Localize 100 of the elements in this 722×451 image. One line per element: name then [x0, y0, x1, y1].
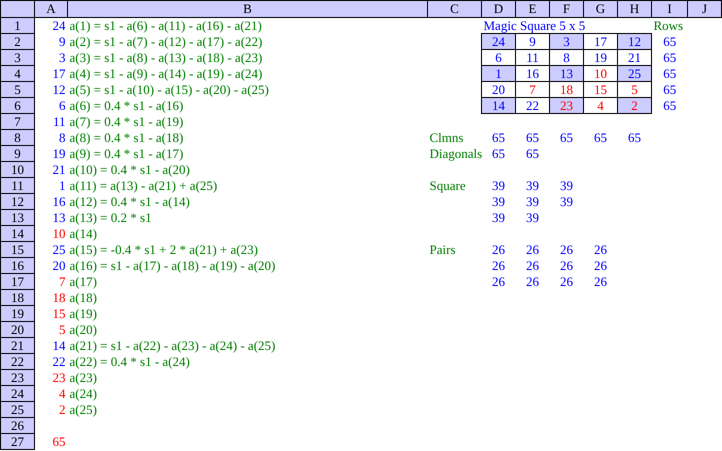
row-header[interactable]: 3: [0, 50, 34, 66]
cell-text: a(19): [70, 306, 97, 320]
cell-text: a(4) = s1 - a(9) - a(14) - a(19) - a(24): [70, 66, 262, 80]
row-header[interactable]: 10: [0, 162, 34, 178]
cell-value: 65: [492, 130, 505, 144]
cell-value: 39: [526, 194, 539, 208]
cell-text: a(7) = 0.4 * s1 - a(19): [70, 114, 184, 128]
column-header[interactable]: E: [516, 0, 550, 18]
cell-value: 39: [492, 210, 505, 224]
cell-value: 25: [52, 242, 66, 256]
cell-text: a(20): [70, 322, 97, 336]
column-header[interactable]: J: [688, 0, 722, 18]
cell-value: 10: [52, 226, 66, 240]
cell-text: a(23): [70, 370, 97, 384]
cell-text: a(3) = s1 - a(8) - a(13) - a(18) - a(23): [70, 50, 262, 64]
cell-value: 16: [52, 194, 66, 208]
row-header[interactable]: 5: [0, 82, 34, 98]
column-header[interactable]: I: [652, 0, 688, 18]
row-header[interactable]: 21: [0, 338, 34, 354]
cell-value: 17: [52, 66, 66, 80]
cell-value: 65: [594, 130, 607, 144]
row-header[interactable]: 6: [0, 98, 34, 114]
cell-text: a(12) = 0.4 * s1 - a(14): [70, 194, 190, 208]
row-header[interactable]: 19: [0, 306, 34, 322]
cell-value: 13: [52, 210, 66, 224]
cell-value: 26: [560, 274, 573, 288]
cell-text: Rows: [654, 18, 684, 33]
column-header[interactable]: G: [584, 0, 618, 18]
row-header[interactable]: 1: [0, 18, 34, 34]
row-header[interactable]: 23: [0, 370, 34, 386]
cell-value: 7: [59, 274, 66, 288]
row-header[interactable]: 15: [0, 242, 34, 258]
cell-value: 65: [52, 434, 66, 448]
cell-value: 65: [526, 130, 539, 144]
cell-value: 26: [594, 242, 607, 256]
cell-value: 39: [560, 178, 573, 192]
cell-value: 65: [526, 146, 539, 160]
cell-text: a(22) = 0.4 * s1 - a(24): [70, 354, 190, 368]
row-header[interactable]: 14: [0, 226, 34, 242]
cell-value: 65: [560, 130, 573, 144]
cell-value: 21: [52, 162, 66, 176]
cell-value: 26: [492, 274, 505, 288]
cell-value: 5: [59, 322, 66, 336]
cell-text: Magic Square 5 x 5: [484, 18, 586, 32]
row-header[interactable]: 13: [0, 210, 34, 226]
row-header[interactable]: 24: [0, 386, 34, 402]
cell-value: 3: [59, 50, 66, 64]
column-header[interactable]: F: [550, 0, 584, 18]
cell-text: a(9) = 0.4 * s1 - a(17): [70, 146, 184, 160]
cell-value: 9: [59, 34, 66, 48]
row-header[interactable]: 11: [0, 178, 34, 194]
cell-text: Diagonals: [430, 146, 482, 160]
row-header[interactable]: 16: [0, 258, 34, 274]
row-header[interactable]: 27: [0, 434, 34, 450]
cell-text: a(17): [70, 274, 97, 288]
cell-text: a(18): [70, 290, 97, 304]
row-header[interactable]: 20: [0, 322, 34, 338]
row-header[interactable]: 26: [0, 418, 34, 434]
cell-value: 65: [492, 146, 505, 160]
cell-value: 65: [663, 66, 676, 80]
cell-value: 26: [526, 258, 539, 272]
cell-value: 24: [52, 18, 66, 33]
row-header[interactable]: 9: [0, 146, 34, 162]
table-cell: 7: [516, 82, 550, 98]
row-header[interactable]: 17: [0, 274, 34, 290]
column-header[interactable]: D: [482, 0, 516, 18]
table-cell: 1: [482, 66, 516, 82]
cell-value: 18: [52, 290, 66, 304]
row-header[interactable]: 8: [0, 130, 34, 146]
column-header[interactable]: A: [34, 0, 68, 18]
cell-text: a(6) = 0.4 * s1 - a(16): [70, 98, 184, 112]
cell-text: Pairs: [430, 242, 456, 256]
table-cell: 19: [584, 50, 618, 66]
row-header[interactable]: 12: [0, 194, 34, 210]
table-cell: 17: [584, 34, 618, 50]
row-header[interactable]: 22: [0, 354, 34, 370]
cell-text: a(1) = s1 - a(6) - a(11) - a(16) - a(21): [70, 18, 262, 33]
table-cell: 11: [516, 50, 550, 66]
table-cell: 12: [618, 34, 652, 50]
row-header[interactable]: 7: [0, 114, 34, 130]
row-header[interactable]: 25: [0, 402, 34, 418]
row-header[interactable]: 4: [0, 66, 34, 82]
cell-value: 20: [52, 258, 66, 272]
row-header[interactable]: 2: [0, 34, 34, 50]
cell-value: 22: [52, 354, 66, 368]
table-cell: 9: [516, 34, 550, 50]
cell-text: a(21) = s1 - a(22) - a(23) - a(24) - a(25): [70, 338, 276, 352]
column-header[interactable]: B: [68, 0, 428, 18]
column-header[interactable]: H: [618, 0, 652, 18]
cell-text: a(2) = s1 - a(7) - a(12) - a(17) - a(22): [70, 34, 262, 48]
header-corner[interactable]: [0, 0, 34, 18]
cell-value: 39: [526, 210, 539, 224]
cell-value: 4: [59, 386, 66, 400]
table-cell: 25: [618, 66, 652, 82]
cell-text: a(14): [70, 226, 97, 240]
column-header[interactable]: C: [428, 0, 482, 18]
row-header[interactable]: 18: [0, 290, 34, 306]
cell-value: 2: [59, 402, 66, 416]
cell-text: a(24): [70, 386, 97, 400]
cell-text: a(16) = s1 - a(17) - a(18) - a(19) - a(20): [70, 258, 276, 272]
